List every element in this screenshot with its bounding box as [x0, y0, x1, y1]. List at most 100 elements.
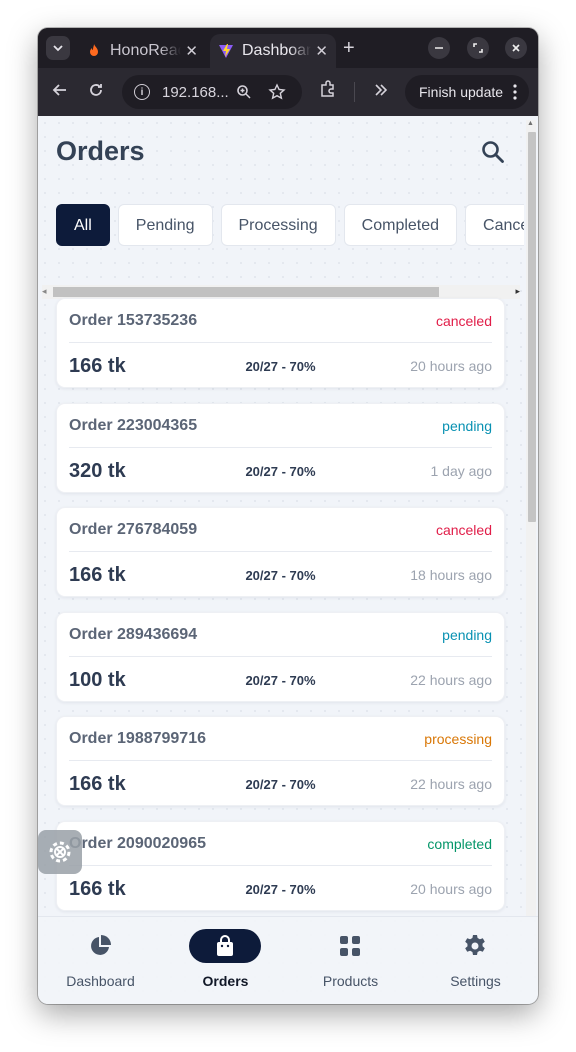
reload-icon	[90, 84, 102, 96]
order-card[interactable]: Order 153735236 canceled 166 tk 20/27 - 70%…	[56, 298, 505, 388]
address-bar[interactable]: i 192.168...	[122, 75, 302, 109]
nav-item-settings[interactable]: Settings	[413, 917, 538, 1004]
status-badge: canceled	[435, 312, 492, 329]
status-filter-chips: AllPendingProcessingCompletedCanceled	[56, 204, 524, 248]
order-amount: 166 tk	[69, 877, 126, 900]
nav-item-label: Dashboard	[66, 973, 135, 989]
scroll-right-arrow[interactable]: ▸	[515, 286, 520, 297]
close-window-button[interactable]	[505, 37, 527, 59]
address-text: 192.168...	[162, 83, 229, 101]
order-card-body: 166 tk 20/27 - 70% 18 hours ago	[69, 552, 492, 598]
order-time: 20 hours ago	[410, 881, 492, 897]
vite-icon	[219, 44, 233, 58]
tab-search-button[interactable]	[46, 36, 70, 60]
order-amount: 100 tk	[69, 668, 126, 691]
page-title: Orders	[56, 136, 145, 166]
tab-strip: HonoReact ✕ Dashboard ✕ +	[38, 28, 538, 68]
order-progress: 20/27 - 70%	[245, 881, 316, 897]
order-card-body: 166 tk 20/27 - 70% 20 hours ago	[69, 343, 492, 389]
fire-icon	[90, 44, 98, 56]
order-card-header: Order 153735236 canceled	[69, 299, 492, 343]
scroll-left-arrow[interactable]: ◂	[42, 286, 47, 297]
order-card[interactable]: Order 1988799716 processing 166 tk 20/27 - …	[56, 716, 505, 806]
reload-button[interactable]	[88, 80, 104, 104]
gear-icon	[439, 929, 511, 963]
new-tab-button[interactable]: +	[343, 37, 355, 60]
search-icon	[482, 141, 504, 163]
filter-chip-all[interactable]: All	[56, 204, 110, 246]
filter-chip-processing[interactable]: Processing	[220, 204, 336, 246]
scroll-up-arrow[interactable]: ▲	[527, 120, 534, 127]
browser-toolbar: i 192.168... Finish update	[38, 68, 538, 116]
close-icon[interactable]: ✕	[185, 42, 198, 60]
zoom-icon[interactable]	[236, 84, 252, 100]
kebab-menu-icon[interactable]	[513, 84, 517, 100]
toolbar-divider	[354, 82, 355, 102]
bottom-navigation: Dashboard Orders Products Settings	[38, 916, 538, 1004]
order-id: Order 1988799716	[69, 729, 206, 747]
nav-item-products[interactable]: Products	[288, 917, 413, 1004]
finish-update-button[interactable]: Finish update	[405, 75, 529, 109]
extensions-button[interactable]	[319, 80, 337, 104]
order-card-header: Order 2090020965 completed	[69, 822, 492, 866]
arrow-left-icon	[52, 84, 66, 96]
order-amount: 166 tk	[69, 563, 126, 586]
order-progress: 20/27 - 70%	[245, 776, 316, 792]
filter-chip-canceled[interactable]: Canceled	[465, 204, 524, 246]
nav-item-dashboard[interactable]: Dashboard	[38, 917, 163, 1004]
status-badge: completed	[427, 835, 492, 852]
order-card-header: Order 276784059 canceled	[69, 508, 492, 552]
finish-update-label: Finish update	[419, 84, 504, 100]
minimize-button[interactable]	[428, 37, 450, 59]
page-content: ▲ Orders All Pending Processing Completed Ca…	[38, 116, 538, 1004]
filter-chip-completed[interactable]: Completed	[343, 204, 458, 246]
order-card-header: Order 1988799716 processing	[69, 717, 492, 761]
tab-title: HonoReact	[110, 42, 181, 59]
order-time: 18 hours ago	[410, 567, 492, 583]
status-badge: pending	[442, 626, 492, 643]
close-icon	[512, 44, 520, 52]
vertical-scrollbar[interactable]: ▲	[526, 120, 536, 920]
chevron-double-right-icon	[375, 84, 388, 96]
order-card-body: 166 tk 20/27 - 70% 22 hours ago	[69, 761, 492, 807]
order-card-body: 166 tk 20/27 - 70% 20 hours ago	[69, 866, 492, 912]
scrollbar-thumb[interactable]	[528, 132, 536, 522]
puzzle-icon	[321, 80, 334, 97]
minimize-icon	[435, 47, 443, 49]
order-card[interactable]: Order 223004365 pending 320 tk 20/27 - 70% 1…	[56, 403, 505, 493]
dev-tools-button[interactable]	[38, 830, 82, 874]
back-button[interactable]	[52, 80, 68, 104]
order-card[interactable]: Order 289436694 pending 100 tk 20/27 - 70% 2…	[56, 612, 505, 702]
order-card-header: Order 223004365 pending	[69, 404, 492, 448]
nav-item-orders[interactable]: Orders	[163, 917, 288, 1004]
tab-title: Dashboard	[242, 42, 312, 59]
order-progress: 20/27 - 70%	[245, 463, 316, 479]
pie-chart-icon	[64, 929, 136, 963]
star-icon[interactable]	[268, 83, 286, 101]
order-card[interactable]: Order 2090020965 completed 166 tk 20/27 - 7…	[56, 821, 505, 911]
order-id: Order 153735236	[69, 311, 198, 329]
tab-honoreact[interactable]: HonoReact ✕	[78, 34, 206, 68]
status-badge: canceled	[435, 521, 492, 538]
search-button[interactable]	[480, 139, 506, 165]
maximize-button[interactable]	[467, 37, 489, 59]
order-card-body: 100 tk 20/27 - 70% 22 hours ago	[69, 657, 492, 703]
order-card-body: 320 tk 20/27 - 70% 1 day ago	[69, 448, 492, 494]
order-amount: 166 tk	[69, 772, 126, 795]
status-badge: processing	[424, 730, 492, 747]
order-card[interactable]: Order 276784059 canceled 166 tk 20/27 - 70%…	[56, 507, 505, 597]
horizontal-scrollbar[interactable]: ◂ ▸	[42, 285, 520, 299]
nav-item-label: Settings	[450, 973, 501, 989]
order-progress: 20/27 - 70%	[245, 567, 316, 583]
close-icon[interactable]: ✕	[315, 42, 328, 60]
order-amount: 320 tk	[69, 459, 126, 482]
scrollbar-thumb[interactable]	[53, 287, 439, 297]
nav-item-label: Products	[322, 973, 379, 989]
tab-dashboard[interactable]: Dashboard ✕	[210, 34, 336, 68]
more-tools-button[interactable]	[373, 80, 389, 104]
order-progress: 20/27 - 70%	[245, 672, 316, 688]
order-time: 20 hours ago	[410, 358, 492, 374]
order-time: 22 hours ago	[410, 776, 492, 792]
site-info-icon[interactable]: i	[134, 84, 150, 100]
filter-chip-pending[interactable]: Pending	[117, 204, 213, 246]
